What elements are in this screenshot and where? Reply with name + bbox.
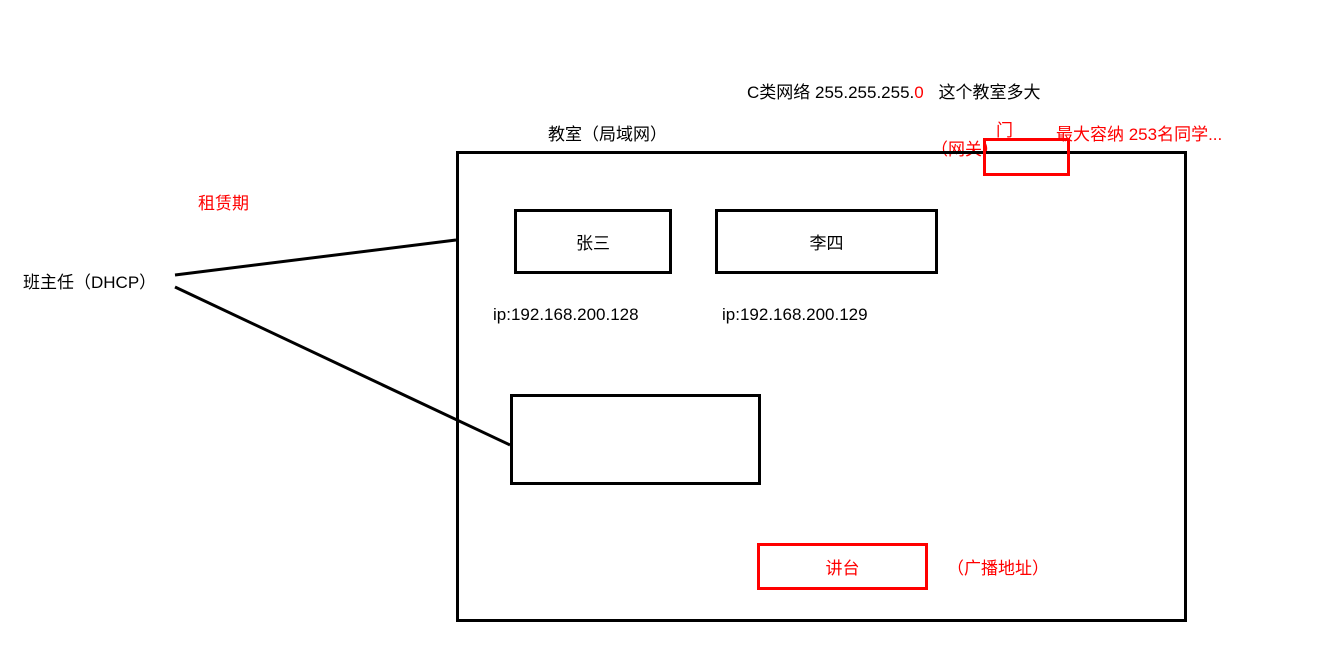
empty-host-box	[510, 394, 761, 485]
network-class-zero: 0	[914, 83, 923, 102]
room-size-question: 这个教室多大	[938, 83, 1040, 102]
network-class-prefix: C类网络 255.255.255.	[747, 83, 914, 102]
host2-ip-label: ip:192.168.200.129	[722, 305, 868, 325]
podium-box: 讲台	[757, 543, 928, 590]
classroom-title: 教室（局域网）	[548, 120, 667, 145]
podium-label: 讲台	[826, 554, 860, 579]
host2-name: 李四	[810, 229, 844, 254]
broadcast-addr-label: （广播地址）	[947, 554, 1049, 579]
host-lisi-box: 李四	[715, 209, 938, 274]
gateway-box	[983, 138, 1070, 176]
host-zhangsan-box: 张三	[514, 209, 672, 274]
host1-name: 张三	[576, 229, 610, 254]
host1-ip-label: ip:192.168.200.128	[493, 305, 639, 325]
lease-period-label: 租赁期	[198, 189, 249, 214]
homeroom-teacher-label: 班主任（DHCP）	[23, 268, 156, 293]
network-class-label: C类网络 255.255.255.0 这个教室多大	[747, 78, 1040, 103]
max-capacity-label: 最大容纳 253名同学...	[1056, 120, 1222, 145]
